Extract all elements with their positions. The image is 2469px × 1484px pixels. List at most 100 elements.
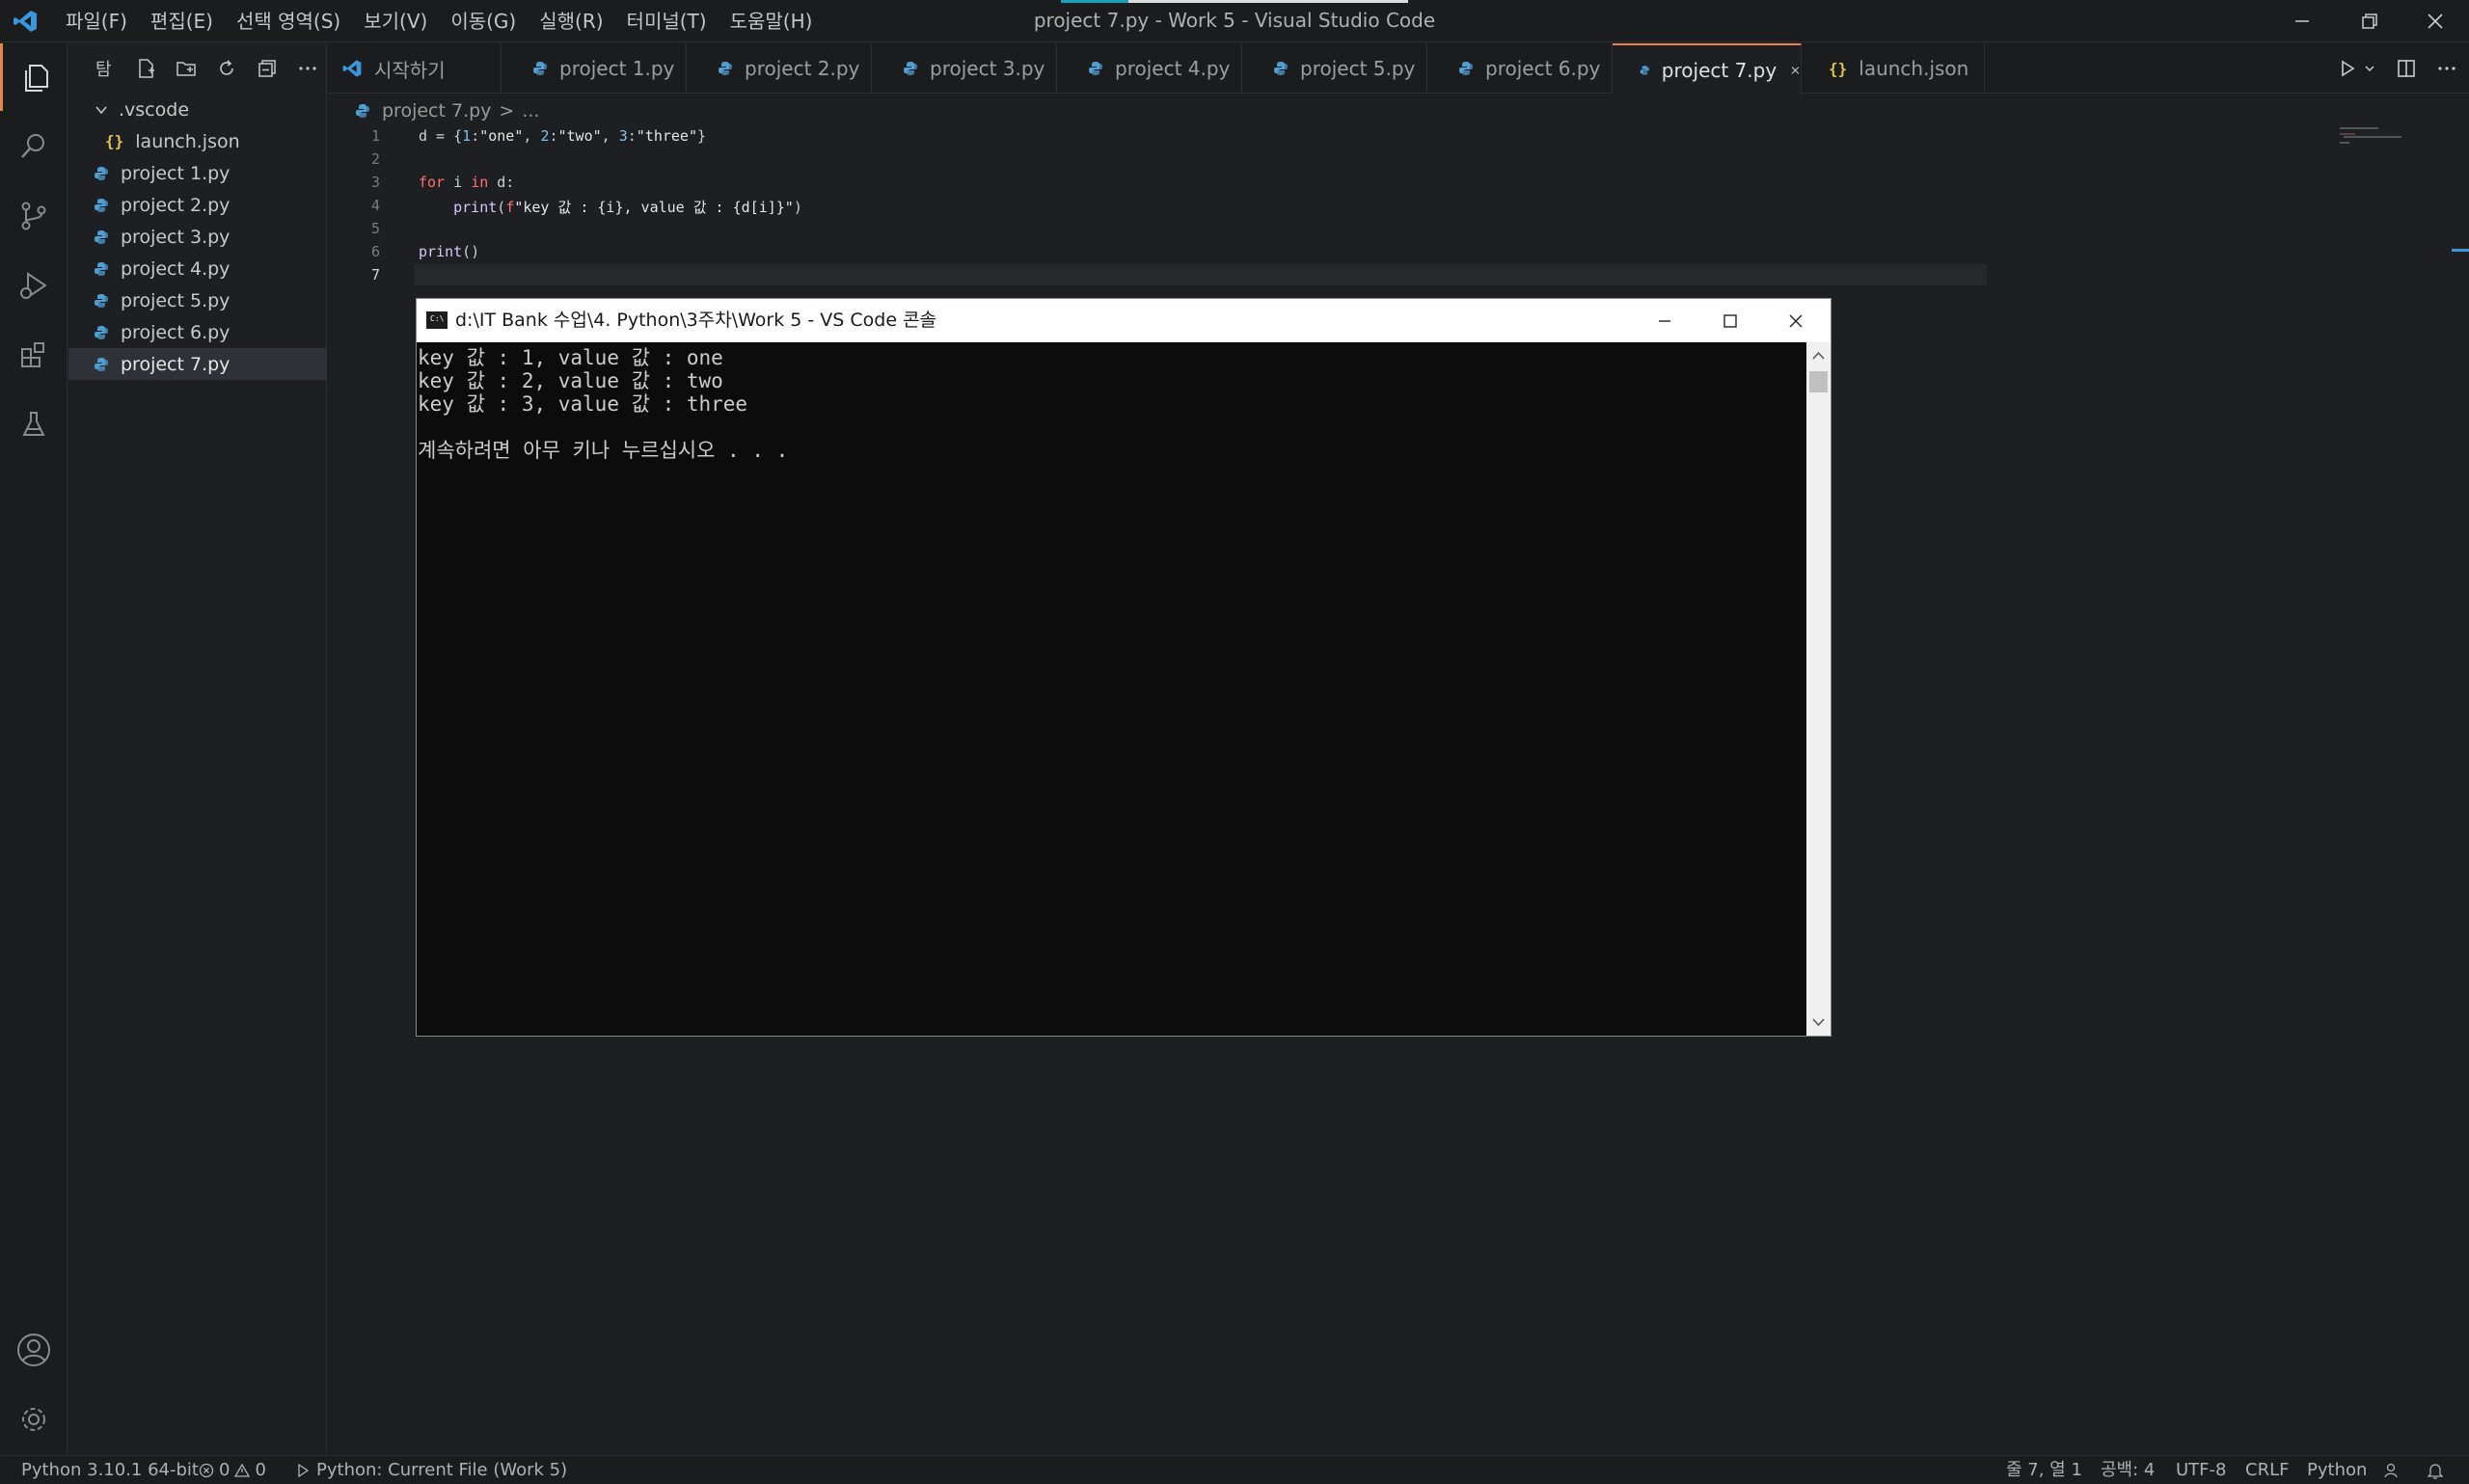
tab-welcome[interactable]: 시작하기 [328,43,502,94]
restore-button[interactable] [2336,0,2403,42]
source-control-activity[interactable] [0,182,68,250]
manage-activity[interactable] [0,1386,68,1453]
tree-file-project-4[interactable]: project 4.py [68,253,327,284]
current-line-highlight [415,264,1987,285]
breadcrumb: project 7.py > ... [355,94,539,127]
chevron-down-icon [95,105,107,114]
menu-file[interactable]: 파일(F) [54,0,139,42]
title-accent-bar [1128,0,1408,3]
menu-help[interactable]: 도움말(H) [719,0,825,42]
feedback-button[interactable] [2382,1456,2401,1484]
minimap[interactable] [2340,127,2446,166]
notifications-button[interactable] [2426,1456,2445,1484]
menu-terminal[interactable]: 터미널(T) [615,0,719,42]
more-actions-button[interactable] [296,57,319,80]
console-title-bar[interactable]: C:\ d:\IT Bank 수업\4. Python\3주차\Work 5 -… [417,299,1831,342]
breadcrumb-file[interactable]: project 7.py [382,100,491,121]
run-configuration[interactable]: Python: Current File (Work 5) [295,1456,567,1484]
editor-tab-bar: 시작하기 project 1.py project 2.py project 3… [328,43,2469,94]
refresh-explorer-button[interactable] [215,57,238,80]
explorer-sidebar: 탐 .vscode {} launch.json project 1.py pr… [68,43,327,1455]
menu-selection[interactable]: 선택 영역(S) [225,0,352,42]
menu-go[interactable]: 이동(G) [439,0,528,42]
scroll-up-icon[interactable] [1806,344,1831,368]
tab-project-5[interactable]: project 5.py [1242,43,1427,94]
menu-view[interactable]: 보기(V) [352,0,439,42]
minimize-icon [1659,319,1670,322]
cursor-position[interactable]: 줄 7, 열 1 [2006,1456,2082,1484]
editor-actions [2338,43,2457,94]
console-output[interactable]: key 값 : 1, value 값 : one key 값 : 2, valu… [417,342,1806,1036]
breadcrumb-symbols[interactable]: ... [522,100,539,121]
scroll-down-icon[interactable] [1806,1010,1831,1034]
console-window[interactable]: C:\ d:\IT Bank 수업\4. Python\3주차\Work 5 -… [416,298,1831,1037]
tree-file-project-2[interactable]: project 2.py [68,189,327,221]
python-interpreter[interactable]: Python 3.10.1 64-bit [21,1456,199,1484]
python-file-icon [95,166,108,180]
language-mode[interactable]: Python [2307,1456,2367,1484]
tree-item-label: project 7.py [121,353,231,375]
tree-item-label: project 4.py [121,257,231,280]
new-folder-button[interactable] [175,57,198,80]
python-file-icon [356,104,369,118]
tab-project-6[interactable]: project 6.py [1427,43,1613,94]
tab-project-1[interactable]: project 1.py [502,43,687,94]
tab-label: project 5.py [1300,57,1416,80]
tab-launch-json[interactable]: {} launch.json [1802,43,1985,94]
minimize-icon [2295,20,2309,22]
breadcrumb-separator: > [499,100,515,121]
vscode-icon [342,60,362,77]
python-file-icon [904,62,917,75]
tab-project-4[interactable]: project 4.py [1057,43,1242,94]
close-window-button[interactable] [2401,0,2469,42]
testing-activity[interactable] [0,391,68,458]
indentation[interactable]: 공백: 4 [2101,1456,2155,1484]
tree-file-project-6[interactable]: project 6.py [68,316,327,348]
more-actions-icon[interactable] [2436,58,2457,79]
extensions-activity[interactable] [0,321,68,389]
collapse-folders-button[interactable] [256,57,279,80]
console-scrollbar[interactable] [1806,342,1831,1036]
split-editor-icon[interactable] [2396,58,2417,79]
run-python-file-button[interactable] [2338,59,2376,78]
files-icon [24,65,48,92]
title-accent-bar [1061,0,1128,3]
title-bar: 파일(F) 편집(E) 선택 영역(S) 보기(V) 이동(G) 실행(R) 터… [0,0,2469,42]
tab-project-2[interactable]: project 2.py [687,43,872,94]
new-file-button[interactable] [134,57,157,80]
console-minimize-button[interactable] [1632,299,1697,342]
accounts-activity[interactable] [0,1316,68,1384]
run-config-label: Python: Current File (Work 5) [316,1460,568,1480]
tree-folder-vscode[interactable]: .vscode [68,94,327,125]
line-ending[interactable]: CRLF [2245,1456,2289,1484]
python-file-icon [1459,62,1473,75]
new-folder-icon [176,62,196,76]
tree-file-project-1[interactable]: project 1.py [68,157,327,189]
run-debug-activity[interactable] [0,252,68,319]
explorer-activity[interactable] [0,43,68,111]
search-icon [21,134,44,158]
tree-file-launch-json[interactable]: {} launch.json [68,125,327,157]
search-activity[interactable] [0,113,68,180]
error-count: 0 [219,1460,231,1480]
problems-indicator[interactable]: 0 0 [199,1456,266,1484]
tab-project-3[interactable]: project 3.py [872,43,1057,94]
menu-edit[interactable]: 편집(E) [139,0,225,42]
line-number: 5 [370,220,380,237]
tree-file-project-5[interactable]: project 5.py [68,284,327,316]
file-encoding[interactable]: UTF-8 [2176,1456,2226,1484]
code-line: d = {1:"one", 2:"two", 3:"three"} [419,127,707,145]
console-scroll-thumb[interactable] [1809,371,1828,392]
debug-config-icon [298,1463,310,1478]
tree-file-project-3[interactable]: project 3.py [68,221,327,253]
minimize-button[interactable] [2268,0,2336,42]
console-close-button[interactable] [1763,299,1829,342]
tree-item-label: project 2.py [121,194,231,216]
tree-file-project-7[interactable]: project 7.py [68,348,327,380]
console-maximize-button[interactable] [1697,299,1763,342]
close-tab-icon[interactable] [1790,63,1801,78]
tab-project-7[interactable]: project 7.py [1613,43,1802,94]
python-file-icon [95,261,108,276]
vscode-logo-icon[interactable] [12,8,39,35]
menu-run[interactable]: 실행(R) [528,0,614,42]
